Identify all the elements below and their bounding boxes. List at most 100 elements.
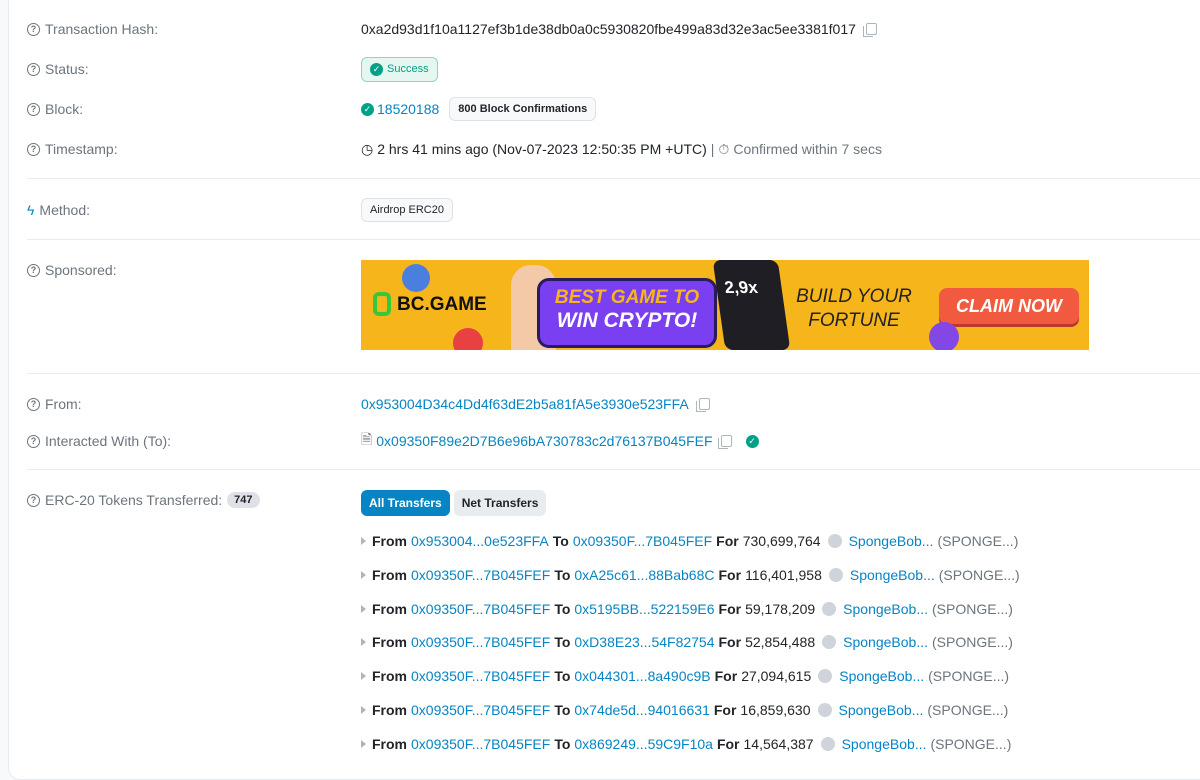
erc20-count-badge: 747 [227,492,260,508]
tab-net-transfers[interactable]: Net Transfers [453,490,547,516]
label-block: Block: [45,101,84,117]
status-text: Success [387,63,429,75]
label-sponsored: Sponsored: [45,262,117,278]
row-erc20: ? ERC-20 Tokens Transferred: 747 [0,488,1200,512]
caret-right-icon[interactable] [361,638,366,647]
transfer-from-link[interactable]: 0x09350F...7B045FEF [411,567,550,583]
to-word: To [554,668,571,685]
transfer-to-link[interactable]: 0xD38E23...54F82754 [574,634,714,650]
banner-brand: BC.GAME [397,294,487,315]
token-symbol: (SPONGE...) [930,735,1012,752]
divider [27,469,1200,470]
check-circle-icon: ✓ [361,102,374,116]
block-link[interactable]: 18520188 [377,101,439,117]
help-icon[interactable]: ? [27,142,40,156]
row-hash: ? Transaction Hash: 0xa2d93d1f10a1127ef3b… [0,17,1200,41]
to-word: To [554,634,571,651]
token-link[interactable]: SpongeBob... [839,702,924,718]
transfer-to-link[interactable]: 0x74de5d...94016631 [574,702,709,718]
tx-hash: 0xa2d93d1f10a1127ef3b1de38db0a0c5930820f… [361,21,856,37]
transfer-from-link[interactable]: 0x09350F...7B045FEF [411,702,550,718]
transfer-from-link[interactable]: 0x09350F...7B045FEF [411,601,550,617]
from-word: From [372,668,407,685]
help-icon[interactable]: ? [27,493,40,507]
to-address-link[interactable]: 0x09350F89e2D7B6e96bA730783c2d76137B045F… [376,433,712,449]
status-badge: ✓ Success [361,56,438,82]
from-word: From [372,735,407,752]
from-address-link[interactable]: 0x953004D34c4Dd4f63dE2b5a81fA5e3930e523F… [361,396,689,412]
divider [27,178,1200,179]
polygon-coin-icon [929,322,959,350]
copy-icon[interactable] [695,398,710,412]
token-icon [822,601,837,616]
banner-tagline: BUILD YOUR FORTUNE [789,285,919,333]
token-icon [828,567,843,582]
tab-all-transfers[interactable]: All Transfers [361,490,450,516]
caret-right-icon[interactable] [361,706,366,714]
divider [27,373,1200,374]
token-link[interactable]: SpongeBob... [850,567,935,583]
transfer-from-link[interactable]: 0x09350F...7B045FEF [411,634,550,650]
ethereum-coin-icon [402,264,430,292]
to-word: To [554,735,571,752]
token-link[interactable]: SpongeBob... [849,533,934,549]
label-method: Method: [39,202,91,218]
from-word: From [372,600,407,617]
transfer-from-link[interactable]: 0x09350F...7B045FEF [411,736,550,752]
transfer-from-link[interactable]: 0x09350F...7B045FEF [411,668,550,684]
help-icon[interactable]: ? [27,263,40,277]
row-to: ? Interacted With (To): 🗎 0x09350F89e2D7B6… [0,429,1200,453]
contract-file-icon: 🗎 [361,431,373,447]
token-symbol: (SPONGE...) [938,566,1020,583]
transfer-row: From 0x09350F...7B045FEF To 0xA25c61...8… [361,567,1020,583]
token-link[interactable]: SpongeBob... [842,736,927,752]
token-symbol: (SPONGE...) [928,668,1010,685]
token-link[interactable]: SpongeBob... [843,634,928,650]
transfer-to-link[interactable]: 0x869249...59C9F10a [574,736,713,752]
to-word: To [554,566,571,583]
transfer-to-link[interactable]: 0x09350F...7B045FEF [573,533,712,549]
token-link[interactable]: SpongeBob... [839,668,924,684]
sponsored-banner[interactable]: BC.GAME BEST GAME TO WIN CRYPTO! 2,9x BU… [361,260,1089,350]
token-link[interactable]: SpongeBob... [843,601,928,617]
transfer-row: From 0x09350F...7B045FEF To 0xD38E23...5… [361,634,1013,650]
transfer-to-link[interactable]: 0x044301...8a490c9B [574,668,710,684]
to-word: To [554,702,571,718]
transfer-from-link[interactable]: 0x953004...0e523FFA [411,533,549,549]
banner-headline-1: BEST GAME TO [554,287,700,308]
caret-right-icon[interactable] [361,604,366,613]
caret-right-icon[interactable] [361,570,366,579]
claim-now-button[interactable]: CLAIM NOW [939,288,1079,324]
for-word: For [716,735,740,752]
bcgame-logo-icon [373,292,391,316]
transfer-to-link[interactable]: 0x5195BB...522159E6 [574,601,714,617]
for-word: For [714,668,738,685]
row-status: ? Status: ✓ Success [0,56,1200,82]
banner-tagline-2: FORTUNE [808,310,900,331]
copy-icon[interactable] [862,23,877,37]
transfer-amount: 27,094,615 [741,668,812,685]
timestamp-value: 2 hrs 41 mins ago (Nov-07-2023 12:50:35 … [377,141,707,157]
clock-icon: ◷ [361,140,374,157]
for-word: For [718,566,742,583]
help-icon[interactable]: ? [27,397,40,411]
transfer-amount: 52,854,488 [745,634,816,651]
for-word: For [716,533,739,549]
copy-icon[interactable] [717,435,732,449]
to-word: To [552,533,569,549]
help-icon[interactable]: ? [27,22,40,36]
help-icon[interactable]: ? [27,434,40,448]
token-symbol: (SPONGE...) [937,533,1019,549]
transfer-amount: 730,699,764 [742,533,821,549]
help-icon[interactable]: ? [27,62,40,76]
transfer-to-link[interactable]: 0xA25c61...88Bab68C [574,567,714,583]
caret-right-icon[interactable] [361,537,366,545]
caret-right-icon[interactable] [361,672,366,681]
help-icon[interactable]: ? [27,102,40,116]
transfer-amount: 116,401,958 [745,566,822,583]
caret-right-icon[interactable] [361,739,366,748]
label-status: Status: [45,61,89,77]
transfer-row: From 0x09350F...7B045FEF To 0x869249...5… [361,736,1011,752]
for-word: For [718,634,742,651]
transfer-row: From 0x953004...0e523FFA To 0x09350F...7… [361,533,1018,549]
